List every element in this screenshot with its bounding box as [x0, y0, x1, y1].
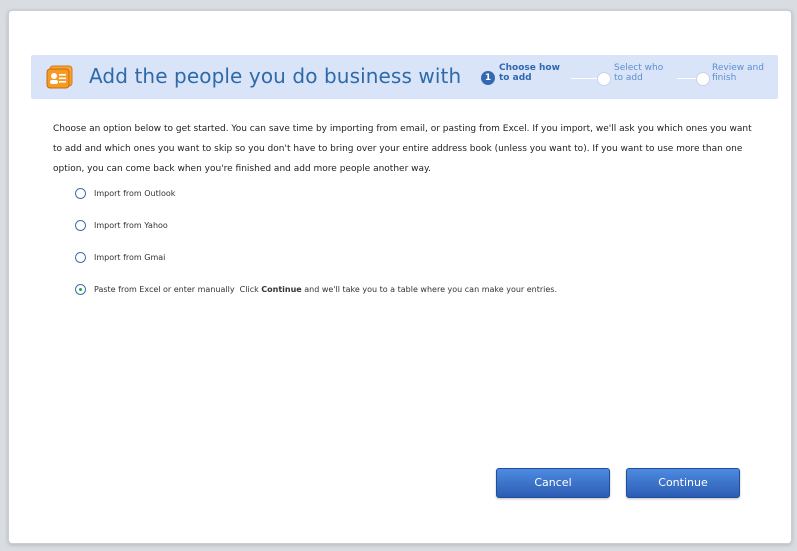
step-2-label-line1: Select who: [614, 63, 664, 73]
header-banner: Add the people you do business with 1 Ch…: [31, 55, 778, 99]
option-help-prefix: Click: [239, 285, 259, 294]
option-help-suffix: and we'll take you to a table where you …: [304, 285, 558, 294]
yahoo-radio[interactable]: [75, 220, 86, 231]
option-label: Paste from Excel or enter manually Click…: [94, 284, 557, 295]
continue-button[interactable]: Continue: [626, 468, 740, 498]
intro-text: Choose an option below to get started. Y…: [53, 124, 752, 174]
option-paste-label: Paste from Excel or enter manually: [94, 285, 235, 294]
option-help-bold: Continue: [261, 285, 302, 294]
step-connector: [571, 78, 599, 79]
page-title: Add the people you do business with: [89, 64, 462, 88]
option-label: Import from Outlook: [94, 189, 176, 198]
add-people-dialog: Add the people you do business with 1 Ch…: [8, 10, 792, 544]
paste-excel-radio[interactable]: [75, 284, 86, 295]
step-3-dot: [696, 72, 710, 86]
step-3: Review and finish: [712, 63, 764, 83]
option-label: Import from Gmai: [94, 253, 166, 262]
step-2: Select who to add: [614, 63, 663, 83]
cancel-button[interactable]: Cancel: [496, 468, 610, 498]
gmail-radio[interactable]: [75, 252, 86, 263]
step-1: Choose how to add: [499, 63, 560, 83]
contacts-card-icon: [46, 65, 73, 89]
step-3-label-line2: finish: [712, 73, 737, 83]
step-2-dot: [597, 72, 611, 86]
step-1-number-badge: 1: [481, 71, 495, 85]
step-2-label-line2: to add: [614, 73, 643, 83]
step-1-label-line2: to add: [499, 73, 532, 83]
step-1-label-line1: Choose how: [499, 63, 560, 73]
outlook-radio[interactable]: [75, 188, 86, 199]
option-label: Import from Yahoo: [94, 221, 168, 230]
step-3-label-line1: Review and: [712, 63, 764, 73]
